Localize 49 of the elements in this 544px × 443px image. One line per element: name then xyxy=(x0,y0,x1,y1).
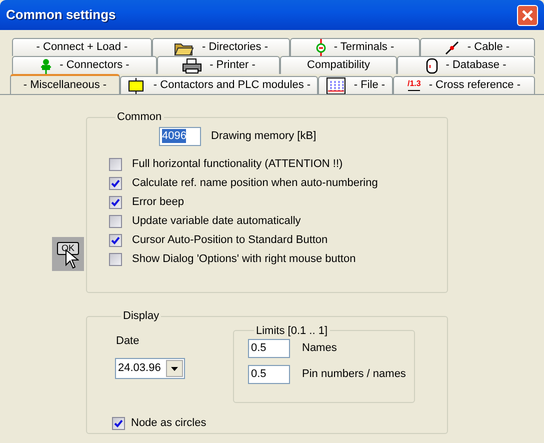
tab[interactable]: - Terminals - xyxy=(290,38,420,56)
grid-icon xyxy=(326,76,346,94)
checkbox-label: Error beep xyxy=(132,194,184,210)
group-title: Common xyxy=(116,110,163,125)
input-field[interactable]: 0.5 xyxy=(248,365,290,384)
tab[interactable]: - Printer - xyxy=(157,56,280,74)
checkbox-label: Update variable date automatically xyxy=(132,214,301,229)
tab[interactable]: - Cable - xyxy=(420,38,535,56)
tab[interactable]: - Contactors and PLC modules - xyxy=(120,76,318,94)
checkbox[interactable] xyxy=(109,214,122,228)
date-label: Date xyxy=(116,334,140,348)
group-title: Limits [0.1 .. 1] xyxy=(255,324,329,338)
checkbox[interactable] xyxy=(109,196,122,208)
close-button[interactable] xyxy=(517,4,538,26)
memory-field[interactable]: 4096 xyxy=(159,126,201,146)
tab[interactable]: - Connectors - xyxy=(12,56,157,74)
tab[interactable]: - Directories - xyxy=(152,38,290,56)
tab[interactable]: - File - xyxy=(318,76,393,94)
checkbox[interactable] xyxy=(112,416,125,430)
field-label: Names xyxy=(302,341,337,356)
tab[interactable]: /1.3 - Cross reference - xyxy=(393,76,535,94)
cable-icon xyxy=(445,40,460,54)
field-label: Pin numbers / names xyxy=(302,367,406,382)
tab[interactable]: Compatibility xyxy=(280,56,397,74)
database-icon xyxy=(426,58,438,74)
contactor-icon xyxy=(127,78,146,94)
date-dropdown[interactable]: 24.03.96 xyxy=(115,358,185,379)
tab[interactable]: - Database - xyxy=(397,56,535,74)
checkbox-label: Cursor Auto-Position to Standard Button xyxy=(132,232,328,248)
printer-icon xyxy=(182,58,202,74)
checkbox[interactable] xyxy=(109,234,122,246)
tab[interactable]: - Miscellaneous - xyxy=(10,74,120,94)
memory-value: 4096 xyxy=(162,129,186,143)
group-title: Display xyxy=(122,309,160,324)
checkbox[interactable] xyxy=(109,176,122,190)
checkbox-label: Show Dialog 'Options' with right mouse button xyxy=(132,252,356,267)
close-icon xyxy=(521,8,534,22)
checkbox-label: Full horizontal functionality (ATTENTION !!) xyxy=(132,156,343,172)
tab[interactable]: - Connect + Load - xyxy=(12,38,152,56)
checkbox[interactable] xyxy=(109,158,122,170)
field-label: Drawing memory [kB] xyxy=(211,128,316,144)
terminal-icon xyxy=(316,38,326,56)
checkbox[interactable] xyxy=(109,252,122,266)
input-field[interactable]: 0.5 xyxy=(248,339,290,358)
ok-cursor-icon: OK xyxy=(52,237,84,271)
checkbox-label: Calculate ref. name position when auto-numbering xyxy=(132,176,378,191)
connector-icon xyxy=(40,58,52,74)
window-title: Common settings xyxy=(6,6,116,24)
checkbox-label: Node as circles xyxy=(131,416,206,431)
